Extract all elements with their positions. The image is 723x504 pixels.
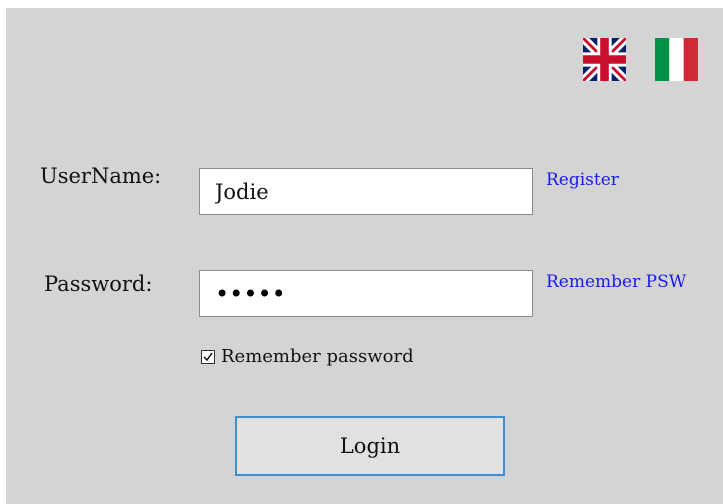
- checkmark-icon: [203, 352, 213, 361]
- italy-flag-icon[interactable]: [655, 38, 698, 81]
- remember-psw-link[interactable]: Remember PSW: [546, 272, 686, 292]
- remember-password-option[interactable]: Remember password: [201, 346, 414, 367]
- remember-password-checkbox[interactable]: [201, 349, 215, 364]
- register-link[interactable]: Register: [546, 170, 619, 190]
- password-input[interactable]: [200, 271, 532, 316]
- username-field-box[interactable]: [199, 168, 533, 215]
- password-label: Password:: [44, 272, 153, 296]
- password-field-box[interactable]: [199, 270, 533, 317]
- login-button[interactable]: Login: [235, 416, 505, 476]
- uk-flag-icon[interactable]: [583, 38, 626, 81]
- username-input[interactable]: [200, 169, 532, 214]
- username-label: UserName:: [40, 164, 162, 188]
- login-panel: UserName: Register Password: Remember PS…: [6, 8, 723, 504]
- remember-password-label: Remember password: [221, 346, 414, 367]
